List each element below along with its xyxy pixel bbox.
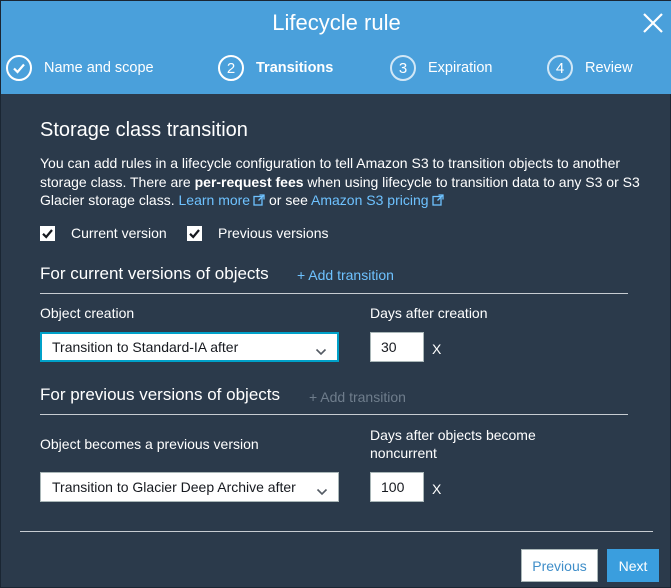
checkbox-label: Previous versions	[218, 225, 329, 241]
step-name-and-scope[interactable]: Name and scope	[6, 54, 154, 82]
current-transition-select[interactable]: Transition to Standard-IA after	[40, 332, 339, 362]
close-icon[interactable]	[639, 9, 667, 37]
unit-label: X	[432, 481, 442, 497]
days-after-creation-label: Days after creation	[370, 305, 488, 321]
checkbox-checked-icon	[40, 225, 55, 241]
step-expiration[interactable]: 3 Expiration	[390, 54, 492, 82]
external-link-icon	[253, 192, 265, 211]
learn-more-label: Learn more	[178, 192, 251, 208]
checkbox-checked-icon	[187, 225, 202, 241]
divider	[40, 414, 628, 415]
step-label: Transitions	[256, 60, 334, 76]
description-text: or see	[265, 192, 312, 208]
step-review[interactable]: 4 Review	[547, 54, 633, 82]
step-label: Expiration	[428, 60, 493, 76]
current-version-checkbox[interactable]: Current version	[40, 225, 167, 241]
step-label: Review	[585, 60, 633, 76]
footer-divider	[20, 531, 653, 532]
previous-versions-checkbox[interactable]: Previous versions	[187, 225, 329, 241]
wizard-steps: Name and scope 2 Transitions 3 Expiratio…	[1, 54, 671, 82]
dialog-title: Lifecycle rule	[272, 10, 401, 35]
object-creation-label: Object creation	[40, 305, 135, 321]
divider	[40, 293, 628, 294]
unit-label: X	[432, 341, 442, 357]
pricing-link[interactable]: Amazon S3 pricing	[311, 192, 444, 208]
days-noncurrent-label: Days after objects become noncurrent	[370, 427, 536, 461]
select-value: Transition to Standard-IA after	[52, 339, 239, 355]
chevron-down-icon	[316, 483, 328, 499]
step-transitions[interactable]: 2 Transitions	[218, 54, 333, 82]
step-number: 2	[218, 55, 244, 81]
checkmark-icon	[6, 55, 32, 81]
next-button[interactable]: Next	[607, 549, 659, 582]
dialog-header: Lifecycle rule Name and scope 2 Transiti…	[1, 1, 671, 94]
step-number: 4	[547, 55, 573, 81]
add-previous-transition-link[interactable]: + Add transition	[309, 389, 406, 405]
checkbox-label: Current version	[71, 225, 167, 241]
description-bold: per-request fees	[194, 173, 304, 190]
current-versions-heading: For current versions of objects	[40, 264, 269, 283]
object-previous-version-label: Object becomes a previous version	[40, 436, 259, 452]
previous-button[interactable]: Previous	[521, 549, 598, 582]
learn-more-link[interactable]: Learn more	[179, 192, 266, 208]
previous-versions-heading: For previous versions of objects	[40, 385, 280, 404]
lifecycle-rule-dialog: Lifecycle rule Name and scope 2 Transiti…	[0, 0, 671, 588]
section-title: Storage class transition	[40, 119, 248, 141]
section-description: You can add rules in a lifecycle configu…	[40, 154, 640, 211]
previous-transition-select[interactable]: Transition to Glacier Deep Archive after	[40, 472, 339, 502]
select-value: Transition to Glacier Deep Archive after	[52, 479, 296, 495]
chevron-down-icon	[315, 343, 327, 359]
step-label: Name and scope	[44, 60, 154, 76]
pricing-label: Amazon S3 pricing	[311, 192, 429, 208]
external-link-icon	[431, 192, 444, 211]
days-noncurrent-input[interactable]: 100	[370, 472, 424, 502]
days-after-creation-input[interactable]: 30	[370, 332, 424, 362]
add-current-transition-link[interactable]: + Add transition	[297, 267, 394, 283]
step-number: 3	[390, 55, 416, 81]
dialog-body: Storage class transition You can add rul…	[1, 94, 671, 588]
